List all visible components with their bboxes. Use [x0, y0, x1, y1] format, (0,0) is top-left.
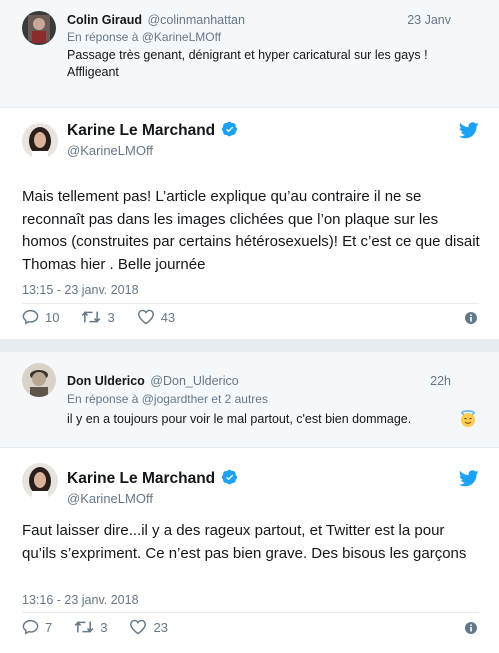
like-icon: [137, 309, 154, 325]
in-reply-to: En réponse à @KarineLMOff: [67, 30, 221, 44]
twitter-bird-icon[interactable]: [458, 470, 479, 492]
like-icon: [130, 619, 147, 635]
main-tweet[interactable]: Karine Le Marchand @KarineLMOff Mais tel…: [0, 108, 499, 340]
reply-text: il y en a toujours pour voir le mal part…: [67, 411, 477, 428]
like-button[interactable]: 23: [129, 619, 168, 635]
in-reply-mention[interactable]: @jogardther et 2 autres: [142, 392, 268, 406]
twitter-bird-icon[interactable]: [458, 122, 479, 144]
reply-text: Passage très genant, dénigrant et hyper …: [67, 48, 428, 79]
reply-text-content: il y en a toujours pour voir le mal part…: [67, 412, 412, 426]
verified-badge-icon: [222, 469, 238, 485]
reply-icon: [22, 619, 39, 635]
retweet-count: 3: [100, 619, 108, 635]
author-name[interactable]: Don Ulderico: [67, 374, 145, 388]
avatar[interactable]: [22, 11, 56, 45]
angel-emoji-icon: [459, 410, 477, 433]
retweet-button[interactable]: 3: [81, 309, 115, 325]
tweet-timestamp[interactable]: 13:16 - 23 janv. 2018: [22, 593, 139, 607]
retweet-icon: [74, 621, 94, 633]
reply-button[interactable]: 10: [22, 309, 59, 325]
in-reply-mention[interactable]: @KarineLMOff: [142, 30, 221, 44]
author-name[interactable]: Karine Le Marchand: [67, 121, 238, 140]
divider: [22, 303, 479, 304]
main-tweet[interactable]: Karine Le Marchand @KarineLMOff Faut lai…: [0, 448, 499, 653]
retweet-icon: [82, 311, 101, 323]
author-handle[interactable]: @KarineLMOff: [67, 143, 153, 158]
tweet-time[interactable]: 23 Janv: [407, 13, 451, 27]
in-reply-prefix: En réponse à: [67, 30, 142, 44]
tweet-text: Mais tellement pas! L’article explique q…: [22, 188, 480, 273]
info-icon[interactable]: [465, 621, 477, 639]
tweet-time[interactable]: 22h: [430, 374, 451, 388]
thread-separator: [0, 340, 499, 352]
reply-tweet[interactable]: Colin Giraud @colinmanhattan 23 Janv En …: [0, 0, 499, 108]
tweet-actions: 7 3 23: [22, 619, 190, 635]
reply-header: Colin Giraud @colinmanhattan: [67, 13, 245, 27]
verified-badge-icon: [222, 121, 238, 137]
author-name-text[interactable]: Karine Le Marchand: [67, 122, 215, 139]
retweet-button[interactable]: 3: [74, 619, 107, 635]
like-count: 43: [160, 309, 176, 325]
author-name-text[interactable]: Karine Le Marchand: [67, 470, 215, 487]
author-name[interactable]: Karine Le Marchand: [67, 469, 238, 488]
avatar[interactable]: [22, 363, 56, 397]
reply-count: 7: [45, 619, 53, 635]
author-handle[interactable]: @KarineLMOff: [67, 491, 153, 506]
divider: [22, 612, 479, 613]
like-count: 23: [153, 619, 168, 635]
author-handle[interactable]: @colinmanhattan: [147, 13, 244, 27]
reply-header: Don Ulderico @Don_Ulderico: [67, 374, 239, 388]
tweet-timestamp[interactable]: 13:15 - 23 janv. 2018: [22, 283, 139, 297]
tweet-text: Faut laisser dire...il y a des rageux pa…: [22, 522, 467, 562]
retweet-count: 3: [107, 309, 115, 325]
reply-count: 10: [45, 309, 60, 325]
avatar[interactable]: [22, 463, 58, 499]
in-reply-to: En réponse à @jogardther et 2 autres: [67, 392, 268, 406]
tweet-actions: 10 3 43: [22, 309, 197, 325]
like-button[interactable]: 43: [137, 309, 175, 325]
author-handle[interactable]: @Don_Ulderico: [150, 374, 238, 388]
avatar[interactable]: [22, 123, 58, 159]
author-name[interactable]: Colin Giraud: [67, 13, 142, 27]
in-reply-prefix: En réponse à: [67, 392, 142, 406]
reply-button[interactable]: 7: [22, 619, 52, 635]
reply-icon: [22, 309, 39, 325]
reply-tweet[interactable]: Don Ulderico @Don_Ulderico 22h En répons…: [0, 352, 499, 448]
info-icon[interactable]: [465, 311, 477, 329]
